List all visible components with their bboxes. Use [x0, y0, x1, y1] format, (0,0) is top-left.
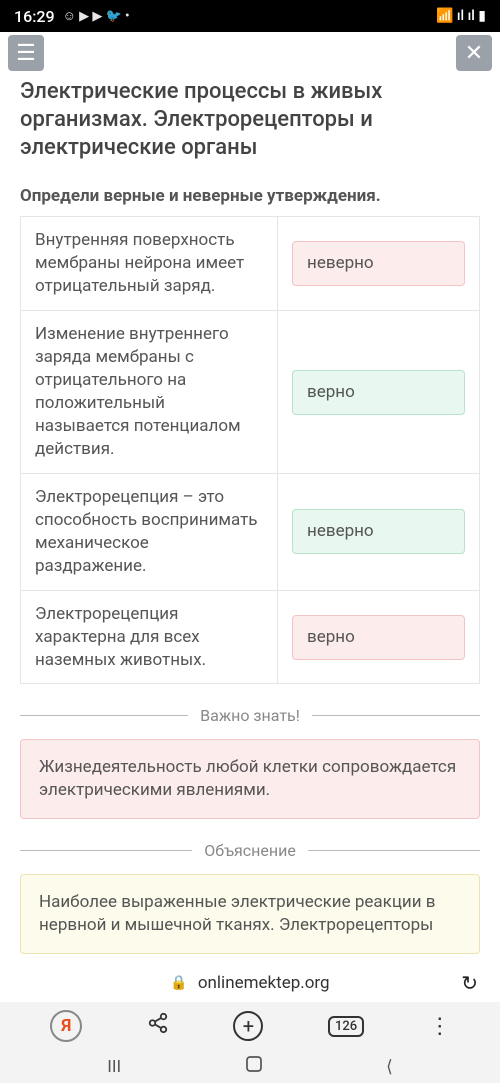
- lock-icon: 🔒: [170, 975, 187, 991]
- table-row: Внутренняя поверхность мембраны нейрона …: [21, 217, 480, 311]
- url-domain: onlinemektep.org: [198, 973, 330, 993]
- menu-button[interactable]: ☰: [8, 35, 44, 71]
- android-nav-bar: III ⟨: [0, 1050, 500, 1083]
- app-header: ☰ ✕: [0, 32, 500, 74]
- answer-cell: неверно: [278, 473, 480, 590]
- answer-pill[interactable]: неверно: [292, 509, 465, 554]
- answer-pill[interactable]: неверно: [292, 241, 465, 286]
- explanation-header: Объяснение: [204, 841, 296, 860]
- page-title: Электрические процессы в живых организма…: [20, 78, 480, 162]
- table-row: Электрорецепция характерна для всех назе…: [21, 590, 480, 684]
- important-divider: Важно знать!: [20, 706, 480, 725]
- statement-cell: Электрорецепция характерна для всех назе…: [21, 590, 278, 684]
- explanation-divider: Объяснение: [20, 841, 480, 860]
- more-icon: ⋮: [429, 1014, 450, 1039]
- share-icon: [147, 1015, 169, 1040]
- important-box: Жизнедеятельность любой клетки сопровожд…: [20, 739, 480, 819]
- plus-icon: +: [243, 1014, 254, 1038]
- android-status-bar: 16:29 ☺ ▶ ▶ 🐦 • 📶 ıl ıl ▮: [0, 0, 500, 32]
- table-row: Изменение внутреннего заряда мембраны с …: [21, 311, 480, 474]
- important-header: Важно знать!: [200, 706, 300, 725]
- more-button[interactable]: ⋮: [429, 1014, 450, 1039]
- yandex-logo-button[interactable]: Я: [50, 1010, 82, 1042]
- hamburger-icon: ☰: [16, 41, 36, 66]
- system-icons: 📶 ıl ıl ▮: [436, 8, 486, 24]
- new-tab-button[interactable]: +: [233, 1011, 263, 1041]
- browser-toolbar: Я + 126 ⋮: [0, 1002, 500, 1050]
- main-content: Электрические процессы в живых организма…: [0, 74, 500, 954]
- refresh-icon[interactable]: ↻: [461, 971, 478, 995]
- table-row: Электрорецепция – это способность воспри…: [21, 473, 480, 590]
- close-icon: ✕: [465, 41, 483, 66]
- url-bar[interactable]: 🔒 onlinemektep.org ↻: [0, 964, 500, 1002]
- answer-cell: верно: [278, 311, 480, 474]
- yandex-logo-icon: Я: [61, 1016, 71, 1036]
- answer-cell: верно: [278, 590, 480, 684]
- tab-count: 126: [335, 1019, 357, 1034]
- back-button[interactable]: ⟨: [386, 1057, 393, 1077]
- statements-table: Внутренняя поверхность мембраны нейрона …: [20, 216, 480, 684]
- instruction-text: Определи верные и неверные утверждения.: [20, 186, 480, 206]
- notification-icons: ☺ ▶ ▶ 🐦 •: [63, 8, 130, 24]
- statement-cell: Электрорецепция – это способность воспри…: [21, 473, 278, 590]
- answer-cell: неверно: [278, 217, 480, 311]
- clock: 16:29: [14, 7, 55, 26]
- share-button[interactable]: [147, 1012, 169, 1040]
- statement-cell: Внутренняя поверхность мембраны нейрона …: [21, 217, 278, 311]
- recents-button[interactable]: III: [107, 1057, 121, 1077]
- answer-pill[interactable]: верно: [292, 615, 465, 660]
- statement-cell: Изменение внутреннего заряда мембраны с …: [21, 311, 278, 474]
- answer-pill[interactable]: верно: [292, 370, 465, 415]
- tabs-button[interactable]: 126: [328, 1016, 364, 1037]
- close-button[interactable]: ✕: [456, 35, 492, 71]
- explanation-box: Наиболее выраженные электрические реакци…: [20, 874, 480, 954]
- home-button[interactable]: [246, 1056, 262, 1077]
